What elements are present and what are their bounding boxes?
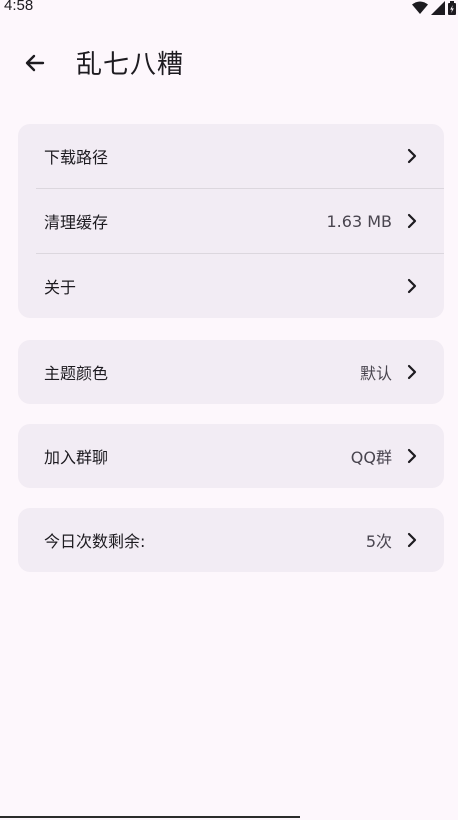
clear-cache-item[interactable]: 清理缓存 1.63 MB bbox=[18, 189, 444, 253]
chevron-right-icon bbox=[406, 530, 418, 550]
remaining-count-value: 5次 bbox=[365, 532, 392, 551]
join-group-value: QQ群 bbox=[350, 448, 392, 467]
download-path-label: 下载路径 bbox=[44, 148, 109, 167]
theme-color-item[interactable]: 主题颜色 默认 bbox=[18, 340, 444, 404]
settings-card-quota: 今日次数剩余: 5次 bbox=[18, 508, 444, 572]
page-title: 乱七八糟 bbox=[76, 50, 185, 80]
settings-card-theme: 主题颜色 默认 bbox=[18, 340, 444, 404]
chevron-right-icon bbox=[406, 446, 418, 466]
clear-cache-label: 清理缓存 bbox=[44, 213, 109, 232]
join-group-item[interactable]: 加入群聊 QQ群 bbox=[18, 424, 444, 488]
settings-card-group: 加入群聊 QQ群 bbox=[18, 424, 444, 488]
back-button[interactable] bbox=[18, 48, 52, 82]
chevron-right-icon bbox=[406, 211, 418, 231]
signal-icon bbox=[431, 0, 445, 19]
settings-card-general: 下载路径 清理缓存 1.63 MB 关于 bbox=[18, 124, 444, 318]
theme-color-label: 主题颜色 bbox=[44, 364, 109, 383]
chevron-right-icon bbox=[406, 276, 418, 296]
theme-color-value: 默认 bbox=[359, 364, 392, 383]
gesture-bar bbox=[0, 808, 458, 820]
arrow-left-icon bbox=[23, 51, 47, 79]
wifi-icon bbox=[412, 0, 428, 19]
home-indicator[interactable] bbox=[0, 816, 300, 818]
status-icons bbox=[412, 0, 456, 15]
app-bar: 乱七八糟 bbox=[0, 38, 458, 92]
remaining-count-item[interactable]: 今日次数剩余: 5次 bbox=[18, 508, 444, 572]
chevron-right-icon bbox=[406, 146, 418, 166]
status-bar: 4:58 bbox=[0, 0, 458, 20]
about-label: 关于 bbox=[44, 278, 77, 297]
cache-size-value: 1.63 MB bbox=[326, 211, 393, 231]
about-item[interactable]: 关于 bbox=[18, 254, 444, 318]
chevron-right-icon bbox=[406, 362, 418, 382]
join-group-label: 加入群聊 bbox=[44, 448, 109, 467]
battery-icon bbox=[448, 0, 456, 19]
remaining-count-label: 今日次数剩余: bbox=[44, 532, 146, 551]
status-time: 4:58 bbox=[4, 0, 34, 14]
download-path-item[interactable]: 下载路径 bbox=[18, 124, 444, 188]
